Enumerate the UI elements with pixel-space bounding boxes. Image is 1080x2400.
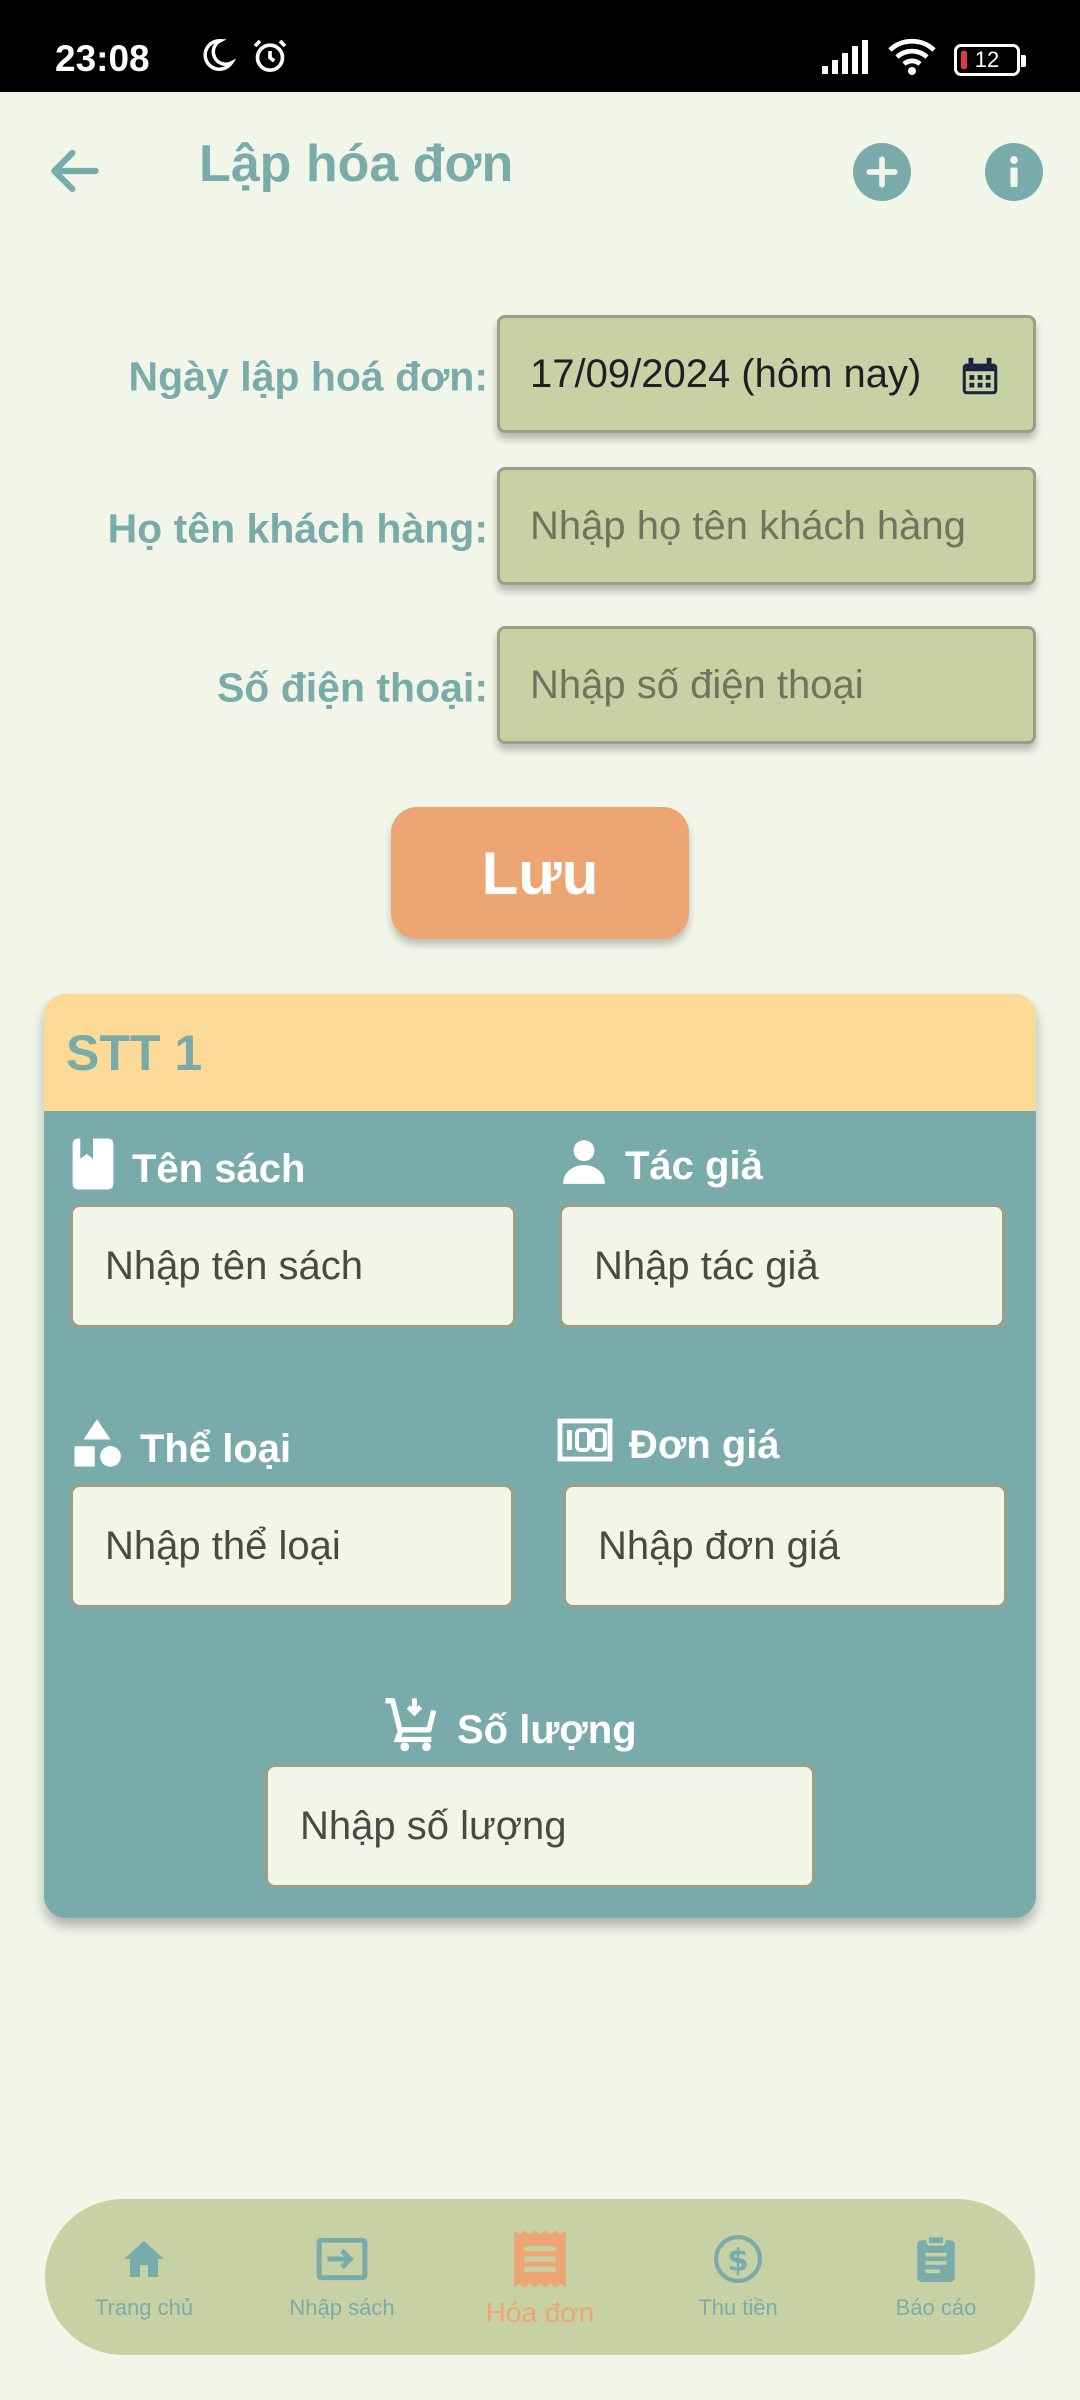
date-label: Ngày lập hoá đơn: <box>128 353 488 400</box>
phone-placeholder: Nhập số điện thoại <box>530 662 864 707</box>
status-time: 23:08 <box>55 38 150 79</box>
bookmark-icon <box>70 1136 116 1202</box>
genre-label: Thể loại <box>140 1426 292 1471</box>
customer-name-row: Họ tên khách hàng: Nhập họ tên khách hàn… <box>0 467 1080 591</box>
phone-row: Số điện thoại: Nhập số điện thoại <box>0 626 1080 750</box>
clipboard-icon <box>913 2229 959 2289</box>
back-button[interactable] <box>44 140 106 202</box>
info-icon <box>1010 156 1018 187</box>
customer-name-label: Họ tên khách hàng: <box>107 505 488 552</box>
price-label: Đơn giá <box>629 1422 780 1467</box>
quantity-placeholder: Nhập số lượng <box>300 1803 567 1848</box>
nav-label-invoice: Hóa đơn <box>485 2297 595 2328</box>
home-icon <box>120 2229 168 2289</box>
receipt-icon <box>511 2229 569 2289</box>
item-number: STT 1 <box>66 1025 203 1081</box>
nav-item-invoice[interactable]: Hóa đơn <box>441 2199 639 2355</box>
person-icon <box>559 1136 609 1196</box>
cart-icon <box>383 1696 441 1764</box>
import-icon <box>315 2229 369 2289</box>
phone-input[interactable]: Nhập số điện thoại <box>497 626 1036 744</box>
shapes-icon <box>70 1416 124 1482</box>
nav-label-report: Báo cáo <box>895 2295 977 2320</box>
info-button[interactable] <box>985 143 1043 201</box>
nav-item-import[interactable]: Nhập sách <box>243 2199 441 2355</box>
dollar-icon: $ <box>713 2229 763 2289</box>
nav-label-payment: Thu tiền <box>698 2295 778 2320</box>
book-title-label: Tên sách <box>132 1146 306 1191</box>
nav-item-report[interactable]: Báo cáo <box>837 2199 1035 2355</box>
add-button[interactable] <box>853 143 911 201</box>
svg-text:$: $ <box>727 2242 749 2278</box>
genre-input[interactable]: Nhập thể loại <box>70 1484 514 1608</box>
invoice-item-card: STT 1 Tên sách Nhập tên sách Tác giả Nhậ… <box>44 994 1036 1918</box>
calendar-icon[interactable] <box>957 354 1003 410</box>
date-picker-field[interactable]: 17/09/2024 (hôm nay) <box>497 315 1036 433</box>
status-bar: 23:08 12 <box>0 0 1080 92</box>
signal-icon <box>822 40 870 79</box>
customer-name-input[interactable]: Nhập họ tên khách hàng <box>497 467 1036 585</box>
bottom-navigation: Trang chủ Nhập sách Hóa đơn $ Thu tiền B… <box>45 2199 1035 2355</box>
author-input[interactable]: Nhập tác giả <box>559 1204 1005 1328</box>
moon-icon <box>198 36 237 81</box>
book-title-placeholder: Nhập tên sách <box>105 1243 363 1288</box>
customer-name-placeholder: Nhập họ tên khách hàng <box>530 503 966 548</box>
date-value: 17/09/2024 (hôm nay) <box>530 351 922 396</box>
battery-icon: 12 <box>954 43 1026 76</box>
nav-item-home[interactable]: Trang chủ <box>45 2199 243 2355</box>
price-tag-icon <box>557 1416 613 1474</box>
card-header: STT 1 <box>44 994 1036 1111</box>
page-title: Lập hóa đơn <box>199 135 514 193</box>
author-label: Tác giả <box>625 1143 763 1188</box>
book-title-input[interactable]: Nhập tên sách <box>70 1204 516 1328</box>
nav-label-home: Trang chủ <box>94 2295 194 2320</box>
price-input[interactable]: Nhập đơn giá <box>563 1484 1007 1608</box>
author-placeholder: Nhập tác giả <box>594 1243 819 1288</box>
save-button[interactable]: Lưu <box>391 807 689 939</box>
price-placeholder: Nhập đơn giá <box>598 1523 840 1568</box>
date-row: Ngày lập hoá đơn: 17/09/2024 (hôm nay) <box>0 315 1080 439</box>
app-bar: Lập hóa đơn <box>0 92 1080 248</box>
genre-placeholder: Nhập thể loại <box>105 1523 341 1568</box>
arrow-left-icon <box>51 149 99 193</box>
nav-item-payment[interactable]: $ Thu tiền <box>639 2199 837 2355</box>
wifi-icon <box>888 38 936 81</box>
alarm-icon <box>250 36 290 81</box>
nav-label-import: Nhập sách <box>289 2295 395 2320</box>
phone-label: Số điện thoại: <box>216 664 488 711</box>
quantity-input[interactable]: Nhập số lượng <box>265 1764 815 1888</box>
plus-icon <box>866 156 898 188</box>
quantity-label: Số lượng <box>457 1707 637 1752</box>
battery-level: 12 <box>974 46 1000 72</box>
